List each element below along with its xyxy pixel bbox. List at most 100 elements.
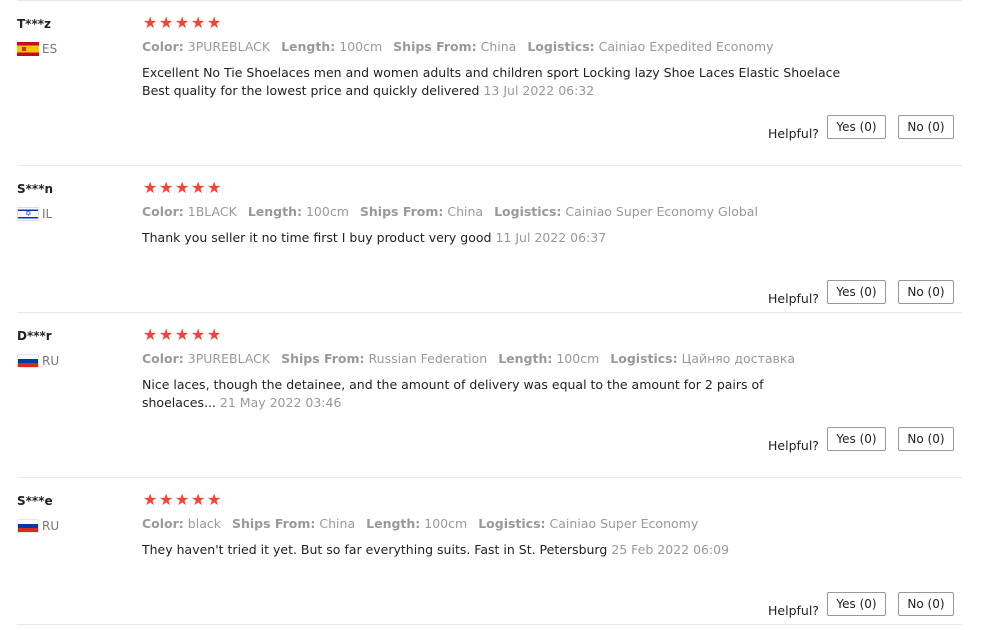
star-icon: ★ <box>175 490 190 509</box>
flag-icon <box>17 519 39 533</box>
attribute-value: 3PUREBLACK <box>187 39 271 54</box>
helpful-no-button[interactable]: No (0) <box>898 427 954 451</box>
attribute-key: Color: <box>142 204 184 219</box>
reviewer-name: S***e <box>17 494 53 508</box>
attribute-key: Logistics: <box>610 351 678 366</box>
star-icon: ★ <box>159 178 174 197</box>
review-body: They haven't tried it yet. But so far ev… <box>142 542 608 557</box>
attribute-pair: Logistics: Cainiao Super Economy Global <box>494 204 758 219</box>
attribute-pair: Ships From: Russian Federation <box>281 351 487 366</box>
review-date: 11 Jul 2022 06:37 <box>495 230 607 245</box>
attribute-pair: Color: 1BLACK <box>142 204 237 219</box>
star-icon: ★ <box>207 178 222 197</box>
reviewer-country: ES <box>17 42 57 56</box>
review-text: Excellent No Tie Shoelaces men and women… <box>142 64 854 100</box>
attribute-key: Color: <box>142 516 184 531</box>
attribute-value: 100cm <box>305 204 349 219</box>
flag-icon <box>17 42 39 56</box>
attribute-pair: Length: 100cm <box>498 351 599 366</box>
star-icon: ★ <box>175 178 190 197</box>
divider <box>17 624 962 625</box>
attribute-value: Cainiao Super Economy <box>549 516 699 531</box>
helpful-label: Helpful? <box>768 291 819 306</box>
star-icon: ★ <box>143 490 158 509</box>
attribute-value: 1BLACK <box>187 204 237 219</box>
helpful-no-button[interactable]: No (0) <box>898 592 954 616</box>
review-item: T***z ES ★ ★ ★ ★ ★ Color: 3PUREBLACK Length: 100… <box>17 0 962 166</box>
reviewer-country: RU <box>17 354 59 368</box>
attribute-value: 100cm <box>556 351 600 366</box>
star-icon: ★ <box>191 178 206 197</box>
attribute-pair: Logistics: Cainiao Expedited Economy <box>527 39 773 54</box>
attribute-value: Cainiao Super Economy Global <box>565 204 758 219</box>
attribute-key: Color: <box>142 39 184 54</box>
attribute-key: Logistics: <box>527 39 595 54</box>
attribute-value: China <box>447 204 484 219</box>
attribute-pair: Ships From: China <box>232 516 355 531</box>
attribute-value: Cainiao Expedited Economy <box>598 39 774 54</box>
attribute-value: black <box>187 516 221 531</box>
attribute-key: Length: <box>281 39 336 54</box>
country-code: ES <box>42 42 58 56</box>
star-rating: ★ ★ ★ ★ ★ <box>143 492 222 508</box>
helpful-no-button[interactable]: No (0) <box>898 280 954 304</box>
helpful-yes-button[interactable]: Yes (0) <box>827 592 886 616</box>
review-date: 21 May 2022 03:46 <box>219 395 342 410</box>
star-icon: ★ <box>143 325 158 344</box>
review-body: Thank you seller it no time first I buy … <box>142 230 492 245</box>
review-item: S***nIL★★★★★Color: 1BLACKLength: 100cmSh… <box>17 165 962 313</box>
attribute-value: China <box>480 39 517 54</box>
helpful-no-button[interactable]: No (0) <box>898 115 954 139</box>
helpful-label: Helpful? <box>768 438 819 453</box>
attribute-key: Logistics: <box>494 204 562 219</box>
helpful-label: Helpful? <box>768 603 819 618</box>
star-icon: ★ <box>207 13 222 32</box>
attribute-pair: Ships From: China <box>360 204 483 219</box>
star-rating: ★ ★ ★ ★ ★ <box>143 180 222 196</box>
attribute-key: Ships From: <box>281 351 365 366</box>
attribute-pair: Ships From: China <box>393 39 516 54</box>
star-icon: ★ <box>191 13 206 32</box>
star-icon: ★ <box>207 490 222 509</box>
review-attributes: Color: black Ships From: China Length: 100… <box>142 516 709 531</box>
flag-icon <box>17 207 39 221</box>
review-item: S***e RU ★ ★ ★ ★ ★ Color: black Ships From: Chin… <box>17 477 962 625</box>
reviewer-name: D***r <box>17 329 52 343</box>
helpful-yes-button[interactable]: Yes (0) <box>827 115 886 139</box>
star-icon: ★ <box>207 325 222 344</box>
country-code: IL <box>42 207 53 221</box>
attribute-value: Russian Federation <box>368 351 488 366</box>
review-attributes: Color: 3PUREBLACK Length: 100cm Ships From… <box>142 39 785 54</box>
attribute-key: Logistics: <box>478 516 546 531</box>
attribute-value: 100cm <box>424 516 468 531</box>
attribute-key: Ships From: <box>359 204 444 219</box>
attribute-key: Ships From: <box>393 39 477 54</box>
attribute-value: Цайняо доставка <box>681 351 796 366</box>
country-code: RU <box>42 354 60 368</box>
attribute-pair: Length: 100cm <box>366 516 467 531</box>
star-rating: ★ ★ ★ ★ ★ <box>143 327 222 343</box>
attribute-pair: Length: 100cm <box>281 39 382 54</box>
attribute-key: Color: <box>142 351 184 366</box>
star-icon: ★ <box>175 13 190 32</box>
star-icon: ★ <box>175 325 190 344</box>
star-icon: ★ <box>191 325 206 344</box>
helpful-yes-button[interactable]: Yes (0) <box>827 427 886 451</box>
attribute-pair: Logistics: Cainiao Super Economy <box>478 516 698 531</box>
star-icon: ★ <box>191 490 206 509</box>
reviewer-country: RU <box>17 519 59 533</box>
reviewer-name: S***n <box>17 182 54 196</box>
review-attributes: Color: 1BLACK Length: 100cm Ships From: Ch… <box>142 204 769 219</box>
attribute-key: Length: <box>498 351 553 366</box>
review-text: They haven't tried it yet. But so far ev… <box>142 541 854 559</box>
star-icon: ★ <box>143 13 158 32</box>
reviewer-name: T***z <box>17 17 51 31</box>
review-date: 13 Jul 2022 06:32 <box>483 83 595 98</box>
star-icon: ★ <box>159 325 174 344</box>
star-icon: ★ <box>159 13 174 32</box>
country-code: RU <box>42 519 60 533</box>
review-date: 25 Feb 2022 06:09 <box>611 542 730 557</box>
attribute-key: Length: <box>366 516 421 531</box>
attribute-pair: Color: 3PUREBLACK <box>142 39 270 54</box>
helpful-yes-button[interactable]: Yes (0) <box>827 280 886 304</box>
